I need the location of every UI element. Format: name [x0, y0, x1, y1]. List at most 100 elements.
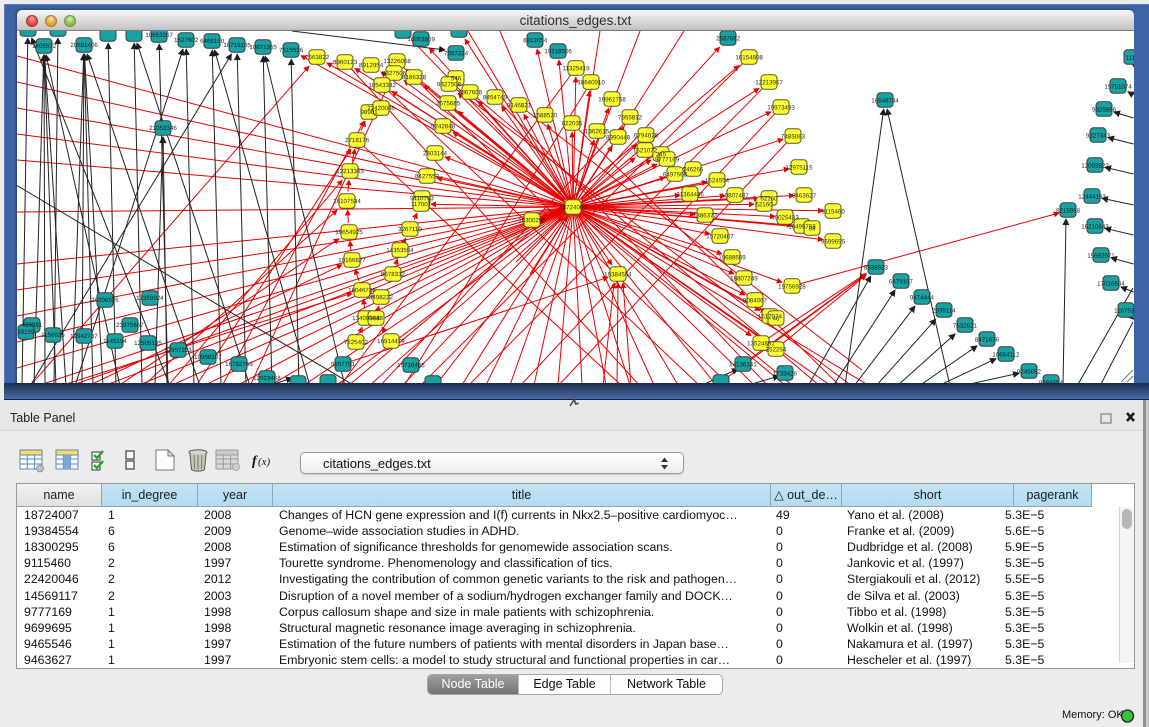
- svg-text:439081: 439081: [22, 322, 43, 329]
- svg-text:2718176: 2718176: [345, 137, 370, 144]
- svg-text:8990448: 8990448: [606, 134, 631, 141]
- svg-text:3267110: 3267110: [398, 226, 422, 233]
- svg-text:9463627: 9463627: [792, 192, 817, 199]
- svg-text:6479197: 6479197: [889, 279, 914, 286]
- svg-text:10543382: 10543382: [368, 82, 396, 89]
- svg-text:9329966: 9329966: [1092, 107, 1117, 114]
- svg-text:12213363: 12213363: [336, 168, 364, 175]
- svg-text:822035: 822035: [562, 120, 583, 127]
- svg-text:9948: 9948: [369, 315, 383, 322]
- svg-text:17359924: 17359924: [136, 295, 164, 302]
- svg-text:62160: 62160: [755, 201, 773, 208]
- svg-text:12213967: 12213967: [755, 79, 783, 86]
- svg-text:39159: 39159: [17, 329, 35, 336]
- svg-text:3675685: 3675685: [436, 100, 461, 107]
- svg-text:6497568: 6497568: [663, 171, 688, 178]
- svg-text:9146821: 9146821: [507, 102, 532, 109]
- svg-text:1167531: 1167531: [1114, 308, 1134, 315]
- svg-text:15716485: 15716485: [397, 362, 425, 369]
- svg-text:8186328: 8186328: [402, 74, 427, 81]
- svg-text:11325419: 11325419: [563, 65, 591, 72]
- svg-text:16053809: 16053809: [407, 36, 435, 43]
- svg-text:7955812: 7955812: [618, 114, 643, 121]
- svg-text:1733426: 1733426: [773, 370, 798, 377]
- svg-text:15720407: 15720407: [706, 233, 734, 240]
- svg-text:8678332: 8678332: [381, 271, 406, 278]
- svg-text:8215958: 8215958: [1056, 208, 1081, 215]
- svg-text:1624554: 1624554: [705, 177, 730, 184]
- svg-text:10671355: 10671355: [249, 44, 277, 51]
- svg-text:8938923: 8938923: [864, 265, 889, 272]
- svg-text:1405572: 1405572: [32, 43, 57, 50]
- svg-text:2935114: 2935114: [932, 308, 956, 315]
- svg-text:19654925: 19654925: [335, 229, 363, 236]
- svg-text:1112: 1112: [1126, 55, 1134, 62]
- svg-text:1145194: 1145194: [103, 338, 127, 345]
- svg-text:7515526: 7515526: [279, 47, 304, 54]
- svg-text:6466160: 6466160: [200, 38, 225, 45]
- svg-text:12975115: 12975115: [785, 164, 813, 171]
- svg-text:10653267: 10653267: [145, 32, 173, 39]
- svg-text:9242848: 9242848: [431, 123, 456, 130]
- svg-text:8427552: 8427552: [415, 173, 440, 180]
- svg-text:9657791: 9657791: [331, 361, 356, 368]
- svg-text:13226058: 13226058: [383, 58, 411, 65]
- svg-text:7625402: 7625402: [344, 339, 369, 346]
- svg-text:9245652: 9245652: [1017, 369, 1042, 376]
- svg-text:10025433: 10025433: [771, 214, 799, 221]
- svg-text:19756928: 19756928: [778, 283, 806, 290]
- svg-text:18640910: 18640910: [577, 79, 605, 86]
- svg-text:7357224: 7357224: [444, 50, 469, 57]
- svg-text:19384554: 19384554: [604, 271, 632, 278]
- svg-text:12093822: 12093822: [1081, 163, 1109, 170]
- svg-text:8471676: 8471676: [975, 337, 1000, 344]
- svg-text:16648784: 16648784: [871, 98, 899, 105]
- svg-text:8813054: 8813054: [523, 37, 548, 44]
- svg-text:16154808: 16154808: [735, 54, 763, 61]
- svg-text:7386372: 7386372: [693, 212, 718, 219]
- svg-text:12923468: 12923468: [253, 375, 281, 382]
- svg-text:10688609: 10688609: [718, 254, 746, 261]
- svg-text:19166827: 19166827: [338, 257, 366, 264]
- svg-text:3498222: 3498222: [369, 294, 394, 301]
- svg-text:12444193: 12444193: [1078, 194, 1106, 201]
- svg-text:7632621: 7632621: [953, 323, 978, 330]
- svg-text:117001: 117001: [411, 201, 432, 208]
- svg-text:20206576: 20206576: [91, 297, 119, 304]
- svg-text:2867608: 2867608: [458, 89, 483, 96]
- svg-text:6794028: 6794028: [634, 132, 659, 139]
- svg-text:21053346: 21053346: [149, 125, 177, 132]
- svg-text:18724007: 18724007: [559, 204, 587, 211]
- svg-text:19218506: 19218506: [544, 48, 572, 55]
- svg-text:8912954: 8912954: [359, 62, 384, 69]
- svg-text:23975867: 23975867: [116, 322, 144, 329]
- svg-text:16782759: 16782759: [225, 361, 253, 368]
- svg-text:1156829: 1156829: [41, 332, 65, 339]
- svg-text:16107534: 16107534: [333, 198, 361, 205]
- svg-text:22420046: 22420046: [367, 105, 395, 112]
- svg-text:9327508: 9327508: [437, 81, 462, 88]
- svg-text:1527602: 1527602: [174, 37, 199, 44]
- svg-text:7663822: 7663822: [305, 54, 330, 61]
- svg-text:9227343: 9227343: [1086, 133, 1111, 140]
- svg-text:14136141: 14136141: [729, 361, 757, 368]
- svg-text:10961758: 10961758: [598, 96, 626, 103]
- svg-text:18300295: 18300295: [518, 217, 546, 224]
- svg-text:10654112: 10654112: [992, 352, 1020, 359]
- svg-text:9384554: 9384554: [1039, 380, 1064, 383]
- svg-text:21364436: 21364436: [676, 191, 704, 198]
- svg-text:10973493: 10973493: [767, 104, 795, 111]
- svg-text:14353594: 14353594: [386, 247, 414, 254]
- svg-text:16210643: 16210643: [1081, 224, 1109, 231]
- svg-text:(x): (x): [258, 456, 271, 468]
- svg-text:16914479: 16914479: [377, 338, 405, 345]
- svg-text:18807249: 18807249: [730, 275, 758, 282]
- svg-text:8454749: 8454749: [483, 94, 508, 101]
- svg-text:9084067: 9084067: [743, 297, 768, 304]
- svg-text:9699695: 9699695: [821, 238, 846, 245]
- svg-text:10807487: 10807487: [721, 192, 749, 199]
- svg-text:12942737: 12942737: [70, 333, 98, 340]
- svg-text:17957223: 17957223: [164, 347, 192, 354]
- svg-text:15692971: 15692971: [1087, 253, 1115, 260]
- svg-text:7485063: 7485063: [781, 133, 806, 140]
